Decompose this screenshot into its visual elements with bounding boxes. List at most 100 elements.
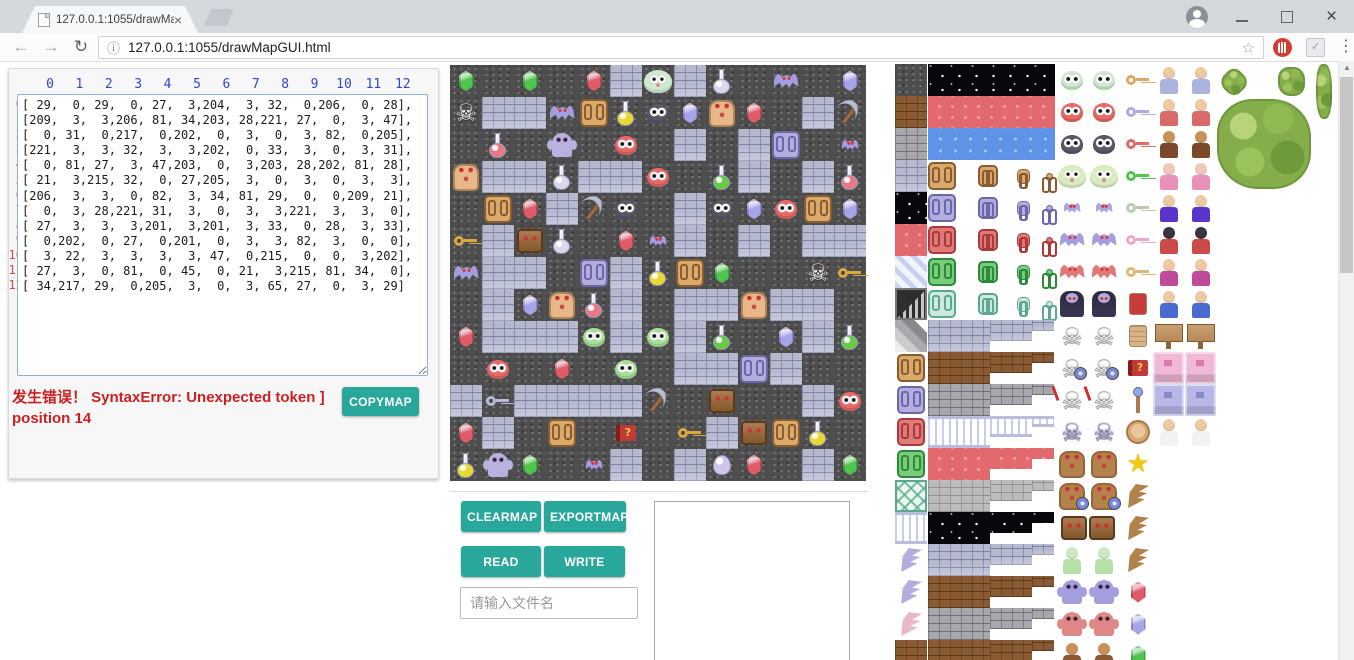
map-tile[interactable]: ☠ xyxy=(450,97,482,129)
tileset-tile[interactable] xyxy=(978,197,998,219)
tileset-tile[interactable] xyxy=(1153,384,1184,416)
map-tile[interactable] xyxy=(578,225,610,257)
map-tile[interactable] xyxy=(770,97,802,129)
tileset-tile[interactable] xyxy=(1032,608,1054,619)
copymap-button[interactable]: COPYMAP xyxy=(342,387,419,416)
map-tile[interactable] xyxy=(738,289,770,321)
map-tile[interactable] xyxy=(834,353,866,385)
forward-button[interactable]: → xyxy=(38,34,64,60)
map-tile[interactable]: ☠ xyxy=(802,257,834,289)
map-tile[interactable] xyxy=(674,321,706,353)
map-tile[interactable] xyxy=(706,385,738,417)
tileset-tile[interactable] xyxy=(1123,641,1153,660)
tileset-tile[interactable]: ☠ xyxy=(1057,353,1087,383)
map-tile[interactable] xyxy=(802,161,834,193)
map-tile[interactable] xyxy=(706,97,738,129)
tileset-tile[interactable] xyxy=(1185,129,1216,159)
map-tile[interactable] xyxy=(450,193,482,225)
tileset-tile[interactable] xyxy=(1089,641,1119,660)
map-tile[interactable] xyxy=(610,449,642,481)
tileset-tile[interactable]: ☠ xyxy=(1089,321,1119,351)
tileset-tile[interactable] xyxy=(895,256,927,288)
bookmark-star-icon[interactable]: ☆ xyxy=(1242,39,1255,57)
profile-avatar-button[interactable] xyxy=(1174,3,1219,31)
tileset-tile[interactable] xyxy=(1123,65,1153,95)
tileset-tile[interactable] xyxy=(990,384,1032,405)
tileset-tile[interactable] xyxy=(1032,544,1054,555)
map-tile[interactable] xyxy=(706,321,738,353)
map-tile[interactable] xyxy=(450,225,482,257)
map-matrix-textarea[interactable] xyxy=(17,94,428,376)
map-tile[interactable] xyxy=(514,449,546,481)
map-tile[interactable] xyxy=(514,417,546,449)
tree-tile[interactable] xyxy=(1217,99,1311,189)
map-tile[interactable] xyxy=(770,321,802,353)
page-info-icon[interactable]: ⓘ xyxy=(107,38,120,57)
tileset-tile[interactable] xyxy=(1089,129,1119,159)
reload-button[interactable]: ↻ xyxy=(68,34,94,60)
map-tile[interactable] xyxy=(834,417,866,449)
tileset-tile[interactable] xyxy=(928,608,990,640)
tileset-tile[interactable] xyxy=(1123,385,1153,415)
tileset-tile[interactable] xyxy=(928,320,990,352)
tileset-tile[interactable] xyxy=(1185,97,1216,127)
map-tile[interactable] xyxy=(674,193,706,225)
clearmap-button[interactable]: CLEARMAP xyxy=(461,501,541,532)
tileset-tile[interactable] xyxy=(1057,97,1087,127)
map-tile[interactable] xyxy=(706,449,738,481)
address-bar[interactable]: ⓘ 127.0.0.1:1055/drawMapGUI.html ☆ xyxy=(98,36,1264,59)
map-tile[interactable] xyxy=(610,225,642,257)
minimize-button[interactable] xyxy=(1219,3,1264,31)
map-tile[interactable] xyxy=(578,449,610,481)
map-tile[interactable] xyxy=(482,257,514,289)
tileset-tile[interactable] xyxy=(1185,384,1216,416)
tileset-tile[interactable] xyxy=(928,416,990,448)
map-tile[interactable] xyxy=(482,385,514,417)
tileset-tile[interactable] xyxy=(1057,641,1087,660)
tileset-tile[interactable] xyxy=(895,576,927,608)
tileset-tile[interactable] xyxy=(1057,577,1087,607)
map-tile[interactable] xyxy=(610,161,642,193)
map-tile[interactable] xyxy=(514,257,546,289)
map-tile[interactable] xyxy=(738,257,770,289)
map-tile[interactable] xyxy=(834,385,866,417)
tileset-tile[interactable] xyxy=(1185,65,1216,95)
tileset-tile[interactable] xyxy=(1057,449,1087,479)
tileset-tile[interactable] xyxy=(1032,416,1054,427)
map-tile[interactable] xyxy=(578,193,610,225)
map-tile[interactable] xyxy=(610,353,642,385)
tileset-tile[interactable] xyxy=(1185,352,1216,384)
map-tile[interactable] xyxy=(642,161,674,193)
map-tile[interactable] xyxy=(738,321,770,353)
tileset-tile[interactable] xyxy=(1017,201,1030,216)
map-tile[interactable] xyxy=(610,193,642,225)
map-tile[interactable] xyxy=(546,385,578,417)
tileset-tile[interactable] xyxy=(928,96,1055,128)
tileset-tile[interactable] xyxy=(990,544,1032,565)
tileset-tile[interactable] xyxy=(928,290,956,318)
tree-tile[interactable] xyxy=(1278,67,1305,96)
map-tile[interactable] xyxy=(482,321,514,353)
map-tile[interactable] xyxy=(674,161,706,193)
map-tile[interactable] xyxy=(674,225,706,257)
map-tile[interactable] xyxy=(738,129,770,161)
map-tile[interactable] xyxy=(770,65,802,97)
adblock-extension-icon[interactable] xyxy=(1273,38,1292,57)
map-tile[interactable] xyxy=(450,321,482,353)
tileset-tile[interactable] xyxy=(1185,257,1216,287)
map-tile[interactable] xyxy=(738,65,770,97)
map-tile[interactable] xyxy=(482,289,514,321)
tileset-tile[interactable] xyxy=(1017,169,1030,184)
tileset-tile[interactable] xyxy=(1089,609,1119,639)
tileset-tile[interactable] xyxy=(1153,65,1184,95)
tileset-tile[interactable] xyxy=(1089,449,1119,479)
tileset-tile[interactable] xyxy=(1153,352,1184,384)
tileset-tile[interactable] xyxy=(1057,609,1087,639)
tileset-tile[interactable] xyxy=(895,288,927,320)
map-tile[interactable] xyxy=(482,97,514,129)
tileset-tile[interactable] xyxy=(1123,417,1153,447)
scrollbar-up-icon[interactable]: ▲ xyxy=(1339,63,1354,72)
tileset-tile[interactable] xyxy=(895,224,927,256)
map-tile[interactable] xyxy=(482,225,514,257)
map-tile[interactable] xyxy=(674,353,706,385)
